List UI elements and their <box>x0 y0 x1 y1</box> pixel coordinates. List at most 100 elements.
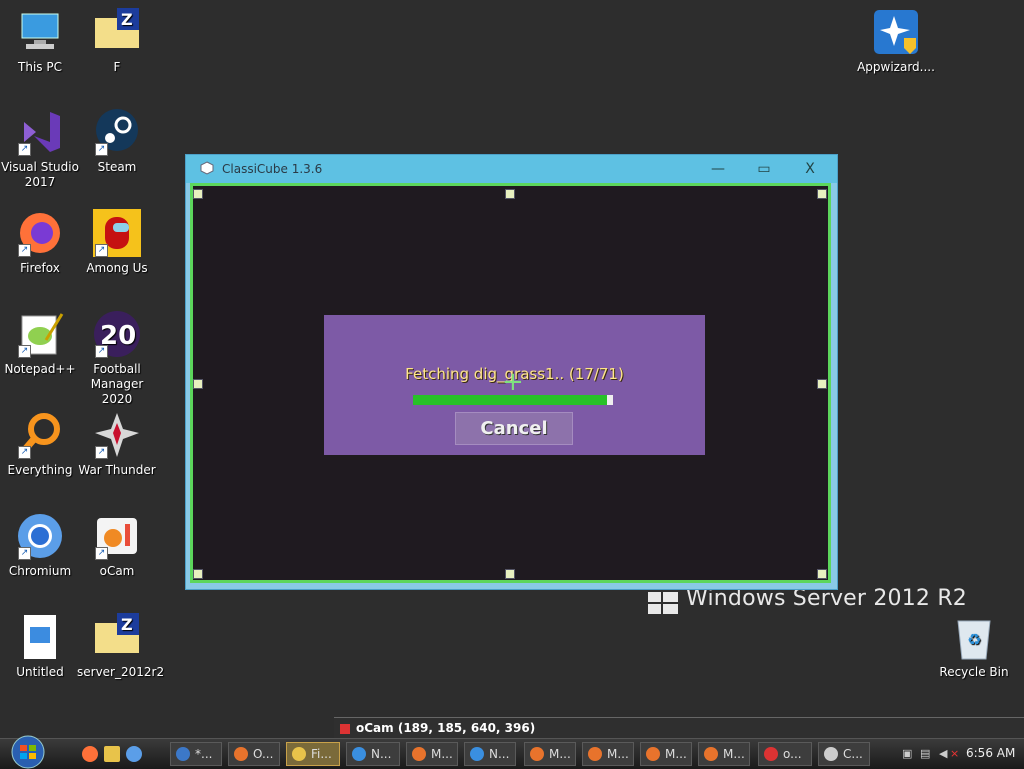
icon-label: Appwizard.... <box>857 60 935 74</box>
taskbar-app-icon <box>412 747 426 761</box>
cancel-button[interactable]: Cancel <box>455 412 573 445</box>
visual-studio-icon: ↗ <box>16 108 64 156</box>
taskbar-button[interactable]: M... <box>406 742 458 766</box>
clock[interactable]: 6:56 AM <box>966 746 1015 760</box>
desktop-icon-appwizard[interactable]: Appwizard.... <box>856 8 936 75</box>
desktop-icon-everything[interactable]: ↗ Everything <box>0 411 80 478</box>
resize-handle[interactable] <box>817 379 827 389</box>
minimize-button[interactable]: — <box>695 155 741 183</box>
ocam-icon: ↗ <box>93 512 141 560</box>
desktop-icon-this-pc[interactable]: This PC <box>0 8 80 75</box>
icon-label: F <box>113 60 121 74</box>
shortcut-arrow-icon: ↗ <box>95 244 108 257</box>
desktop-icon-f[interactable]: Z F <box>77 8 157 75</box>
taskbar-button[interactable]: M... <box>524 742 576 766</box>
resize-handle[interactable] <box>193 189 203 199</box>
taskbar-app-icon <box>530 747 544 761</box>
ocam-small-icon <box>340 723 350 734</box>
resize-handle[interactable] <box>817 569 827 579</box>
folder-zip-icon: Z <box>93 8 141 56</box>
desktop-icon-firefox[interactable]: ↗ Firefox <box>0 209 80 276</box>
taskbar-app-icon <box>588 747 602 761</box>
icon-label: Football Manager 2020 <box>90 362 144 406</box>
desktop-icon-server-2012r2[interactable]: Z server_2012r2 <box>77 613 165 680</box>
fetching-dialog: Fetching dig_grass1.. (17/71) + Cancel <box>324 315 705 455</box>
icon-label: War Thunder <box>78 463 156 477</box>
firefox-quicklaunch-icon[interactable] <box>82 746 98 762</box>
close-button[interactable]: X <box>787 155 833 183</box>
resize-handle[interactable] <box>505 569 515 579</box>
appwizard-icon <box>872 8 920 56</box>
taskbar-button-label: o... <box>783 747 802 761</box>
shortcut-arrow-icon: ↗ <box>18 244 31 257</box>
taskbar-app-icon <box>764 747 778 761</box>
svg-text:♻: ♻ <box>967 630 981 649</box>
network-icon[interactable]: ▤ <box>920 747 933 760</box>
taskbar-button[interactable]: *... <box>170 742 222 766</box>
shortcut-arrow-icon: ↗ <box>18 547 31 560</box>
desktop-icon-notepad-plus-plus[interactable]: ↗ Notepad++ <box>0 310 80 377</box>
desktop-icon-recycle-bin[interactable]: ♻ Recycle Bin <box>934 613 1014 680</box>
window-title: ClassiCube 1.3.6 <box>222 162 323 176</box>
desktop-icon-untitled[interactable]: Untitled <box>0 613 80 680</box>
icon-label: This PC <box>18 60 62 74</box>
taskbar-button[interactable]: N... <box>346 742 400 766</box>
desktop-icon-among-us[interactable]: ↗ Among Us <box>77 209 157 276</box>
classicube-window[interactable]: ClassiCube 1.3.6 — ▭ X Fetching dig_gras… <box>185 154 838 590</box>
icon-label: server_2012r2 <box>77 665 165 679</box>
taskbar-button[interactable]: C... <box>818 742 870 766</box>
chromium-icon: ↗ <box>16 512 64 560</box>
taskbar-button[interactable]: o... <box>758 742 812 766</box>
maximize-button[interactable]: ▭ <box>741 155 787 183</box>
desktop-icon-steam[interactable]: ↗ Steam <box>77 108 157 175</box>
taskbar-button-label: N... <box>489 747 510 761</box>
icon-label: Everything <box>7 463 73 477</box>
taskbar-button-label: *... <box>195 747 213 761</box>
taskbar-button-label: Fi... <box>311 747 332 761</box>
svg-text:Z: Z <box>121 10 133 29</box>
taskbar-app-icon <box>234 747 248 761</box>
start-button[interactable] <box>8 735 48 769</box>
taskbar-button[interactable]: M... <box>640 742 692 766</box>
taskbar-button-label: M... <box>549 747 571 761</box>
explorer-quicklaunch-icon[interactable] <box>104 746 120 762</box>
taskbar-button-label: M... <box>607 747 629 761</box>
taskbar-button[interactable]: M... <box>582 742 634 766</box>
shortcut-arrow-icon: ↗ <box>18 446 31 459</box>
icon-label: Chromium <box>8 564 72 578</box>
tray-app-icon[interactable]: ▣ <box>902 747 915 760</box>
taskbar-button-label: M... <box>431 747 453 761</box>
taskbar-button-label: N... <box>371 747 392 761</box>
taskbar-button[interactable]: N... <box>464 742 516 766</box>
shortcut-arrow-icon: ↗ <box>95 345 108 358</box>
window-titlebar[interactable]: ClassiCube 1.3.6 — ▭ X <box>186 155 837 183</box>
taskbar-button[interactable]: O... <box>228 742 280 766</box>
icon-label: Notepad++ <box>4 362 76 376</box>
resize-handle[interactable] <box>193 379 203 389</box>
chromium-quicklaunch-icon[interactable] <box>126 746 142 762</box>
taskbar-app-icon <box>824 747 838 761</box>
icon-label: Among Us <box>86 261 148 275</box>
folder-zip-icon: Z <box>93 613 141 661</box>
icon-label: oCam <box>99 564 135 578</box>
resize-handle[interactable] <box>193 569 203 579</box>
classicube-app-icon <box>200 161 214 175</box>
taskbar: *... O... Fi... N... M... N... M... M... M... M..… <box>0 735 1024 769</box>
shortcut-arrow-icon: ↗ <box>95 547 108 560</box>
windows-logo-icon <box>648 592 678 614</box>
taskbar-button[interactable]: Fi... <box>286 742 340 766</box>
resize-handle[interactable] <box>817 189 827 199</box>
game-canvas[interactable]: Fetching dig_grass1.. (17/71) + Cancel <box>190 183 831 583</box>
desktop-icon-football-manager[interactable]: 20 ↗ Football Manager 2020 <box>77 310 157 407</box>
desktop-icon-war-thunder[interactable]: ↗ War Thunder <box>77 411 157 478</box>
taskbar-app-icon <box>646 747 660 761</box>
desktop-icon-visual-studio[interactable]: ↗ Visual Studio 2017 <box>0 108 80 190</box>
taskbar-button-label: M... <box>665 747 687 761</box>
desktop-icon-chromium[interactable]: ↗ Chromium <box>0 512 80 579</box>
image-file-icon <box>16 613 64 661</box>
recycle-bin-icon: ♻ <box>950 613 998 661</box>
taskbar-app-icon <box>352 747 366 761</box>
desktop-icon-ocam[interactable]: ↗ oCam <box>77 512 157 579</box>
taskbar-button[interactable]: M... <box>698 742 750 766</box>
resize-handle[interactable] <box>505 189 515 199</box>
